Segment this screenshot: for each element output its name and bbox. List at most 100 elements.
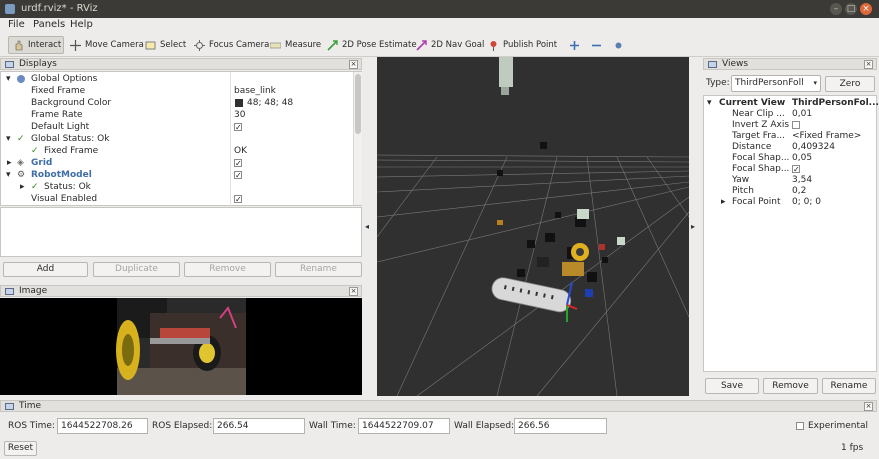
menubar: File Panels Help: [0, 18, 879, 33]
ros-time-field[interactable]: 1644522708.26: [57, 418, 148, 434]
tree-row-robotmodel[interactable]: ▾ ⚙ RobotModel ✓: [1, 169, 353, 181]
image-title: Image: [19, 286, 48, 296]
chevron-down-icon: ▾: [811, 76, 817, 91]
tree-row-visual-enabled[interactable]: Visual Enabled ✓: [1, 193, 353, 205]
focus-camera-tool[interactable]: Focus Camera: [190, 36, 273, 54]
close-icon[interactable]: ×: [864, 402, 873, 411]
ros-elapsed-label: ROS Elapsed:: [152, 421, 213, 431]
tree-row-grid[interactable]: ▸ ◈ Grid ✓: [1, 157, 353, 169]
visual-enabled-checkbox[interactable]: ✓: [234, 195, 242, 204]
add-tool-button[interactable]: [565, 36, 584, 54]
remove-tool-button[interactable]: [587, 36, 606, 54]
interact-tool[interactable]: Interact: [8, 36, 64, 54]
minimize-icon[interactable]: –: [830, 3, 842, 15]
tree-row-global-options[interactable]: ▾ Global Options: [1, 73, 353, 85]
reset-button[interactable]: Reset: [4, 441, 37, 456]
focus-camera-label: Focus Camera: [209, 40, 270, 50]
views-title: Views: [722, 59, 749, 69]
plus-icon: [569, 40, 580, 51]
tree-row-robot-status[interactable]: ▸ ✓ Status: Ok: [1, 181, 353, 193]
collapse-right-icon[interactable]: ▸: [691, 222, 699, 232]
purple-arrow-icon: [416, 39, 427, 51]
displays-scrollbar[interactable]: [353, 72, 362, 205]
color-swatch: [235, 99, 243, 107]
robotmodel-enabled-checkbox[interactable]: ✓: [234, 171, 242, 180]
row-label: Grid: [31, 158, 53, 168]
maximize-icon[interactable]: □: [845, 3, 857, 15]
expand-arrow-icon[interactable]: ▾: [6, 133, 11, 145]
collapsed-arrow-icon[interactable]: ▸: [7, 157, 12, 169]
image-panel-header: Image ×: [0, 285, 362, 297]
close-icon[interactable]: ×: [349, 287, 358, 296]
menu-panels[interactable]: Panels: [33, 19, 65, 30]
tree-row-fixed-frame-status[interactable]: ✓ Fixed Frame OK: [1, 145, 353, 157]
frame-rate-value[interactable]: 30: [234, 109, 245, 121]
default-light-checkbox[interactable]: ✓: [234, 123, 242, 132]
status-value: OK: [234, 146, 247, 156]
close-icon[interactable]: ×: [864, 60, 873, 69]
view-type-select[interactable]: ThirdPersonFoll ▾: [731, 75, 821, 92]
zero-button[interactable]: Zero: [825, 76, 875, 92]
camera-type-menu[interactable]: [609, 36, 628, 54]
background-color-value[interactable]: 48; 48; 48: [247, 97, 293, 109]
collapse-left-icon[interactable]: ◂: [365, 222, 373, 232]
pose-estimate-label: 2D Pose Estimate: [342, 40, 417, 50]
wall-elapsed-field[interactable]: 266.56: [514, 418, 607, 434]
remove-view-button[interactable]: Remove: [763, 378, 818, 394]
focal-shape-checkbox[interactable]: ✓: [792, 165, 800, 174]
tree-row-default-light[interactable]: Default Light ✓: [1, 121, 353, 133]
tree-row-frame-rate[interactable]: Frame Rate 30: [1, 109, 353, 121]
fps-status: 1 fps: [841, 443, 864, 453]
monitor-icon: [5, 288, 14, 295]
time-panel-header: Time ×: [0, 400, 877, 412]
row-label: Status: Ok: [44, 182, 91, 192]
select-label: Select: [160, 40, 187, 50]
measure-tool[interactable]: Measure: [266, 36, 325, 54]
interact-label: Interact: [28, 40, 62, 50]
close-icon[interactable]: ×: [860, 3, 872, 15]
row-label: Default Light: [31, 122, 90, 132]
view-prop-row[interactable]: ▸ Focal Point 0; 0; 0: [704, 196, 876, 208]
collapsed-arrow-icon[interactable]: ▸: [721, 196, 726, 208]
fixed-frame-value[interactable]: base_link: [234, 85, 276, 97]
tree-row-background-color[interactable]: Background Color 48; 48; 48: [1, 97, 353, 109]
collapsed-arrow-icon[interactable]: ▸: [20, 181, 25, 193]
monitor-icon: [708, 61, 717, 68]
tree-row-fixed-frame[interactable]: Fixed Frame base_link: [1, 85, 353, 97]
row-label: RobotModel: [31, 170, 92, 180]
move-camera-icon: [70, 39, 81, 51]
row-value[interactable]: 0; 0; 0: [792, 196, 821, 208]
experimental-label: Experimental: [808, 421, 869, 431]
remove-display-button[interactable]: Remove: [184, 262, 271, 277]
experimental-checkbox[interactable]: [796, 422, 804, 430]
move-camera-tool[interactable]: Move Camera: [66, 36, 148, 54]
wall-elapsed-label: Wall Elapsed:: [454, 421, 515, 431]
row-label: Fixed Frame: [44, 146, 99, 156]
wall-time-field[interactable]: 1644522709.07: [358, 418, 450, 434]
row-label: Fixed Frame: [31, 86, 86, 96]
publish-point-tool[interactable]: Publish Point: [484, 36, 561, 54]
add-display-button[interactable]: Add: [3, 262, 88, 277]
grid-enabled-checkbox[interactable]: ✓: [234, 159, 242, 168]
row-label: Frame Rate: [31, 110, 83, 120]
tree-row-global-status[interactable]: ▾ ✓ Global Status: Ok: [1, 133, 353, 145]
pose-estimate-tool[interactable]: 2D Pose Estimate: [323, 36, 421, 54]
save-view-button[interactable]: Save: [705, 378, 759, 394]
duplicate-display-button[interactable]: Duplicate: [93, 262, 180, 277]
eye-icon: [613, 40, 624, 51]
close-icon[interactable]: ×: [349, 60, 358, 69]
invert-z-checkbox[interactable]: [792, 121, 800, 129]
select-tool[interactable]: Select: [141, 36, 190, 54]
expand-arrow-icon[interactable]: ▾: [6, 73, 11, 85]
menu-file[interactable]: File: [8, 19, 25, 30]
menu-help[interactable]: Help: [70, 19, 93, 30]
nav-goal-tool[interactable]: 2D Nav Goal: [412, 36, 488, 54]
expand-arrow-icon[interactable]: ▾: [6, 169, 11, 181]
rename-view-button[interactable]: Rename: [822, 378, 876, 394]
row-label: Global Status: Ok: [31, 134, 110, 144]
nav-goal-label: 2D Nav Goal: [431, 40, 485, 50]
robot-icon: ⚙: [17, 170, 26, 180]
rename-display-button[interactable]: Rename: [275, 262, 362, 277]
render-viewport[interactable]: [376, 57, 690, 397]
ros-elapsed-field[interactable]: 266.54: [213, 418, 305, 434]
